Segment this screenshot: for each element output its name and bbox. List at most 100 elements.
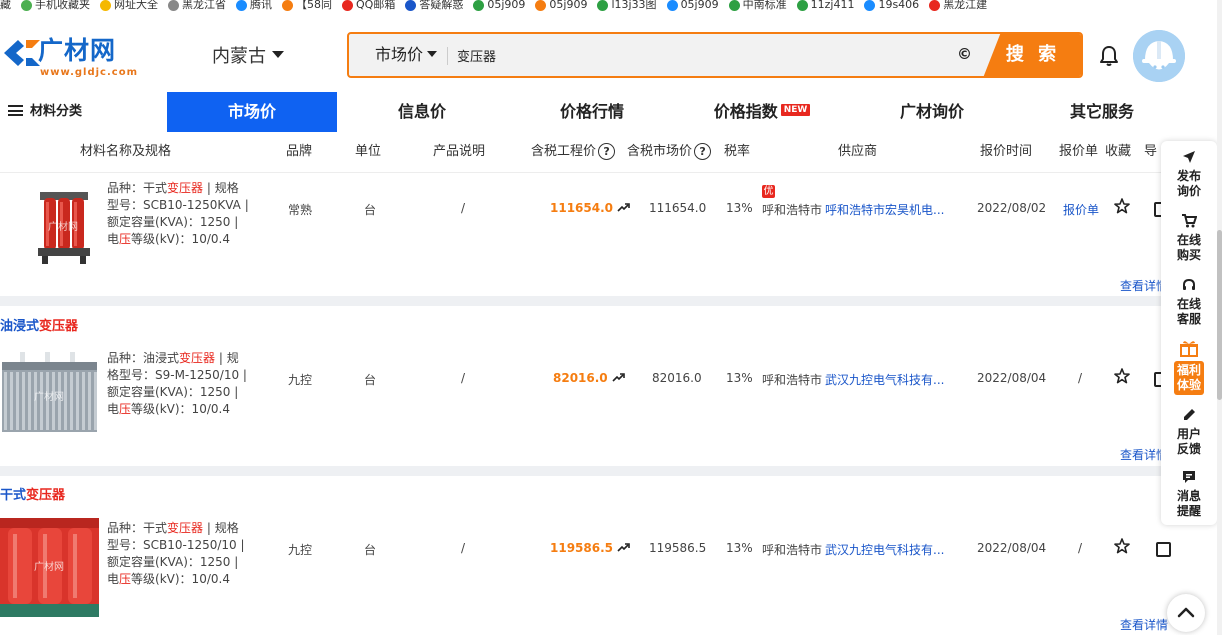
product-spec[interactable]: 品种：干式变压器 | 规格 型号：SCB10-1250KVA | 额定容量(KVA)… bbox=[107, 180, 257, 248]
view-details-link[interactable]: 查看详情 bbox=[1120, 616, 1168, 633]
region-selector[interactable]: 内蒙古 bbox=[212, 46, 284, 68]
product-spec[interactable]: 品种：油浸式变压器 | 规格型号：S9-M-1250/10 | 额定容量(KVA)… bbox=[107, 350, 257, 418]
scrollbar-thumb[interactable] bbox=[1217, 230, 1222, 400]
search-divider bbox=[447, 47, 448, 65]
quote-date: 2022/08/02 bbox=[977, 201, 1047, 215]
spec-text: | 规格 bbox=[203, 521, 239, 535]
nav-tab-other-services[interactable]: 其它服务 bbox=[1017, 92, 1187, 132]
58-icon bbox=[282, 0, 293, 11]
bookmark-item[interactable]: 【58同 bbox=[282, 0, 332, 11]
supplier-link[interactable]: 武汉九控电气科技有... bbox=[825, 371, 944, 388]
question-icon[interactable]: ? bbox=[694, 143, 712, 160]
site-logo[interactable]: 广材网 www.gldjc.com bbox=[2, 36, 142, 80]
back-to-top-button[interactable] bbox=[1167, 594, 1205, 632]
bookmark-label: QQ邮箱 bbox=[356, 0, 396, 11]
side-online-buy[interactable]: 在线 购买 bbox=[1161, 213, 1217, 263]
col-market-price[interactable]: 含税市场价? bbox=[627, 132, 712, 172]
bookmark-item[interactable]: 藏 bbox=[0, 0, 11, 10]
side-label: 消息 bbox=[1176, 489, 1201, 503]
spec-highlight: 压 bbox=[119, 402, 132, 416]
page-scrollbar[interactable] bbox=[1217, 0, 1222, 635]
bookmark-item[interactable]: 腾讯 bbox=[236, 0, 272, 11]
bell-icon[interactable] bbox=[1097, 44, 1121, 68]
nav-tab-label: 广材询价 bbox=[899, 102, 964, 121]
supplier-link[interactable]: 呼和浩特市宏昊机电... bbox=[825, 201, 944, 218]
engineering-price[interactable]: 82016.0 bbox=[553, 371, 625, 385]
copyright-icon[interactable]: © bbox=[957, 45, 972, 63]
brand-cell: 九控 bbox=[288, 373, 313, 387]
caret-down-icon bbox=[272, 51, 284, 58]
trend-arrow-icon[interactable] bbox=[617, 542, 630, 552]
product-image[interactable]: 广材网 bbox=[0, 518, 99, 617]
bookmark-item[interactable]: 答疑解惑 bbox=[405, 0, 463, 11]
col-eng-price[interactable]: 含税工程价? bbox=[531, 132, 616, 172]
trend-arrow-icon[interactable] bbox=[612, 372, 625, 382]
side-label: 用户 bbox=[1176, 427, 1201, 441]
bookmark-item[interactable]: 05j909 bbox=[666, 0, 719, 11]
material-category-menu[interactable]: 材料分类 bbox=[8, 92, 82, 132]
nav-tab-inquiry[interactable]: 广材询价 bbox=[847, 92, 1017, 132]
note-cell: / bbox=[461, 371, 466, 385]
tax-rate: 13% bbox=[726, 541, 753, 555]
engineering-price[interactable]: 111654.0 bbox=[550, 201, 630, 215]
bookmark-item[interactable]: 黑龙江建 bbox=[929, 0, 987, 11]
bookmark-item[interactable]: 手机收藏夹 bbox=[21, 0, 90, 11]
bookmark-item[interactable]: 05j909 bbox=[473, 0, 525, 11]
spec-line: 电压等级(kV)：10/0.4 bbox=[107, 401, 257, 418]
material-category-label: 材料分类 bbox=[30, 104, 83, 119]
market-price: 119586.5 bbox=[649, 541, 707, 555]
bookmark-item[interactable]: 19s406 bbox=[864, 0, 919, 11]
group-separator bbox=[0, 466, 1190, 476]
group-title[interactable]: 干式变压器 bbox=[0, 484, 65, 503]
note-cell: / bbox=[461, 541, 466, 555]
side-welfare[interactable]: 福利 体验 bbox=[1161, 339, 1217, 395]
trend-arrow-icon[interactable] bbox=[617, 202, 630, 212]
spec-text: 额定容量(KVA)：1250 | bbox=[107, 555, 239, 569]
spec-text: 电 bbox=[107, 232, 120, 246]
bookmark-item[interactable]: l13j33图 bbox=[597, 0, 657, 11]
side-messages[interactable]: 消息 提醒 bbox=[1161, 469, 1217, 519]
col-desc: 产品说明 bbox=[433, 144, 486, 159]
star-icon[interactable] bbox=[1114, 538, 1130, 554]
supplier-link[interactable]: 武汉九控电气科技有... bbox=[825, 541, 944, 558]
product-image[interactable]: 广材网 bbox=[14, 178, 113, 277]
side-customer-service[interactable]: 在线 客服 bbox=[1161, 277, 1217, 327]
quote-sheet[interactable]: 报价单 bbox=[1063, 201, 1099, 218]
search-category-dropdown[interactable]: 市场价 bbox=[375, 45, 438, 65]
search-button[interactable]: 搜 索 bbox=[983, 34, 1081, 76]
user-avatar[interactable] bbox=[1133, 30, 1185, 82]
group-title[interactable]: 油浸式变压器 bbox=[0, 315, 78, 334]
nav-tab-price-trend[interactable]: 价格行情 bbox=[507, 92, 677, 132]
star-icon[interactable] bbox=[1114, 198, 1130, 214]
nav-tab-price-index[interactable]: 价格指数 NEW bbox=[677, 92, 847, 132]
nav-tab-label: 市场价 bbox=[227, 102, 276, 121]
side-label: 反馈 bbox=[1176, 442, 1201, 456]
engineering-price[interactable]: 119586.5 bbox=[550, 541, 630, 555]
question-icon[interactable]: ? bbox=[598, 143, 616, 160]
bookmark-item[interactable]: 网址大全 bbox=[100, 0, 158, 11]
group-title-text: 干式 bbox=[0, 488, 27, 503]
nav-tab-label: 价格指数 bbox=[713, 102, 778, 121]
spec-line: 格型号：S9-M-1250/10 | bbox=[107, 367, 257, 384]
side-toolbar: 发布 询价 在线 购买 在线 客服 福利 体验 用户 反馈 消息 提醒 bbox=[1161, 141, 1217, 525]
bookmark-item[interactable]: 11zj411 bbox=[796, 0, 854, 11]
bookmark-label: 手机收藏夹 bbox=[35, 0, 90, 11]
bookmark-item[interactable]: 中南标准 bbox=[728, 0, 787, 11]
star-icon[interactable] bbox=[1114, 368, 1130, 384]
spec-text: 等级(kV)：10/0.4 bbox=[131, 402, 230, 416]
search-input[interactable] bbox=[457, 42, 937, 68]
nav-tab-info-price[interactable]: 信息价 bbox=[337, 92, 507, 132]
bookmark-item[interactable]: 05j909 bbox=[535, 0, 587, 11]
side-publish-inquiry[interactable]: 发布 询价 bbox=[1161, 149, 1217, 199]
product-spec[interactable]: 品种：干式变压器 | 规格 型号：SCB10-1250/10 | 额定容量(KVA)… bbox=[107, 520, 257, 588]
side-feedback[interactable]: 用户 反馈 bbox=[1161, 407, 1217, 457]
nav-tab-market-price[interactable]: 市场价 bbox=[167, 92, 337, 132]
spec-text: 电 bbox=[107, 572, 120, 586]
image-icon bbox=[597, 0, 609, 11]
group-separator bbox=[0, 296, 1190, 306]
product-image[interactable]: 广材网 bbox=[0, 348, 99, 447]
unit-cell: 台 bbox=[364, 543, 377, 557]
bookmark-item[interactable]: QQ邮箱 bbox=[342, 0, 395, 11]
bookmark-item[interactable]: 黑龙江省 bbox=[168, 0, 226, 11]
compare-checkbox[interactable] bbox=[1156, 542, 1171, 557]
